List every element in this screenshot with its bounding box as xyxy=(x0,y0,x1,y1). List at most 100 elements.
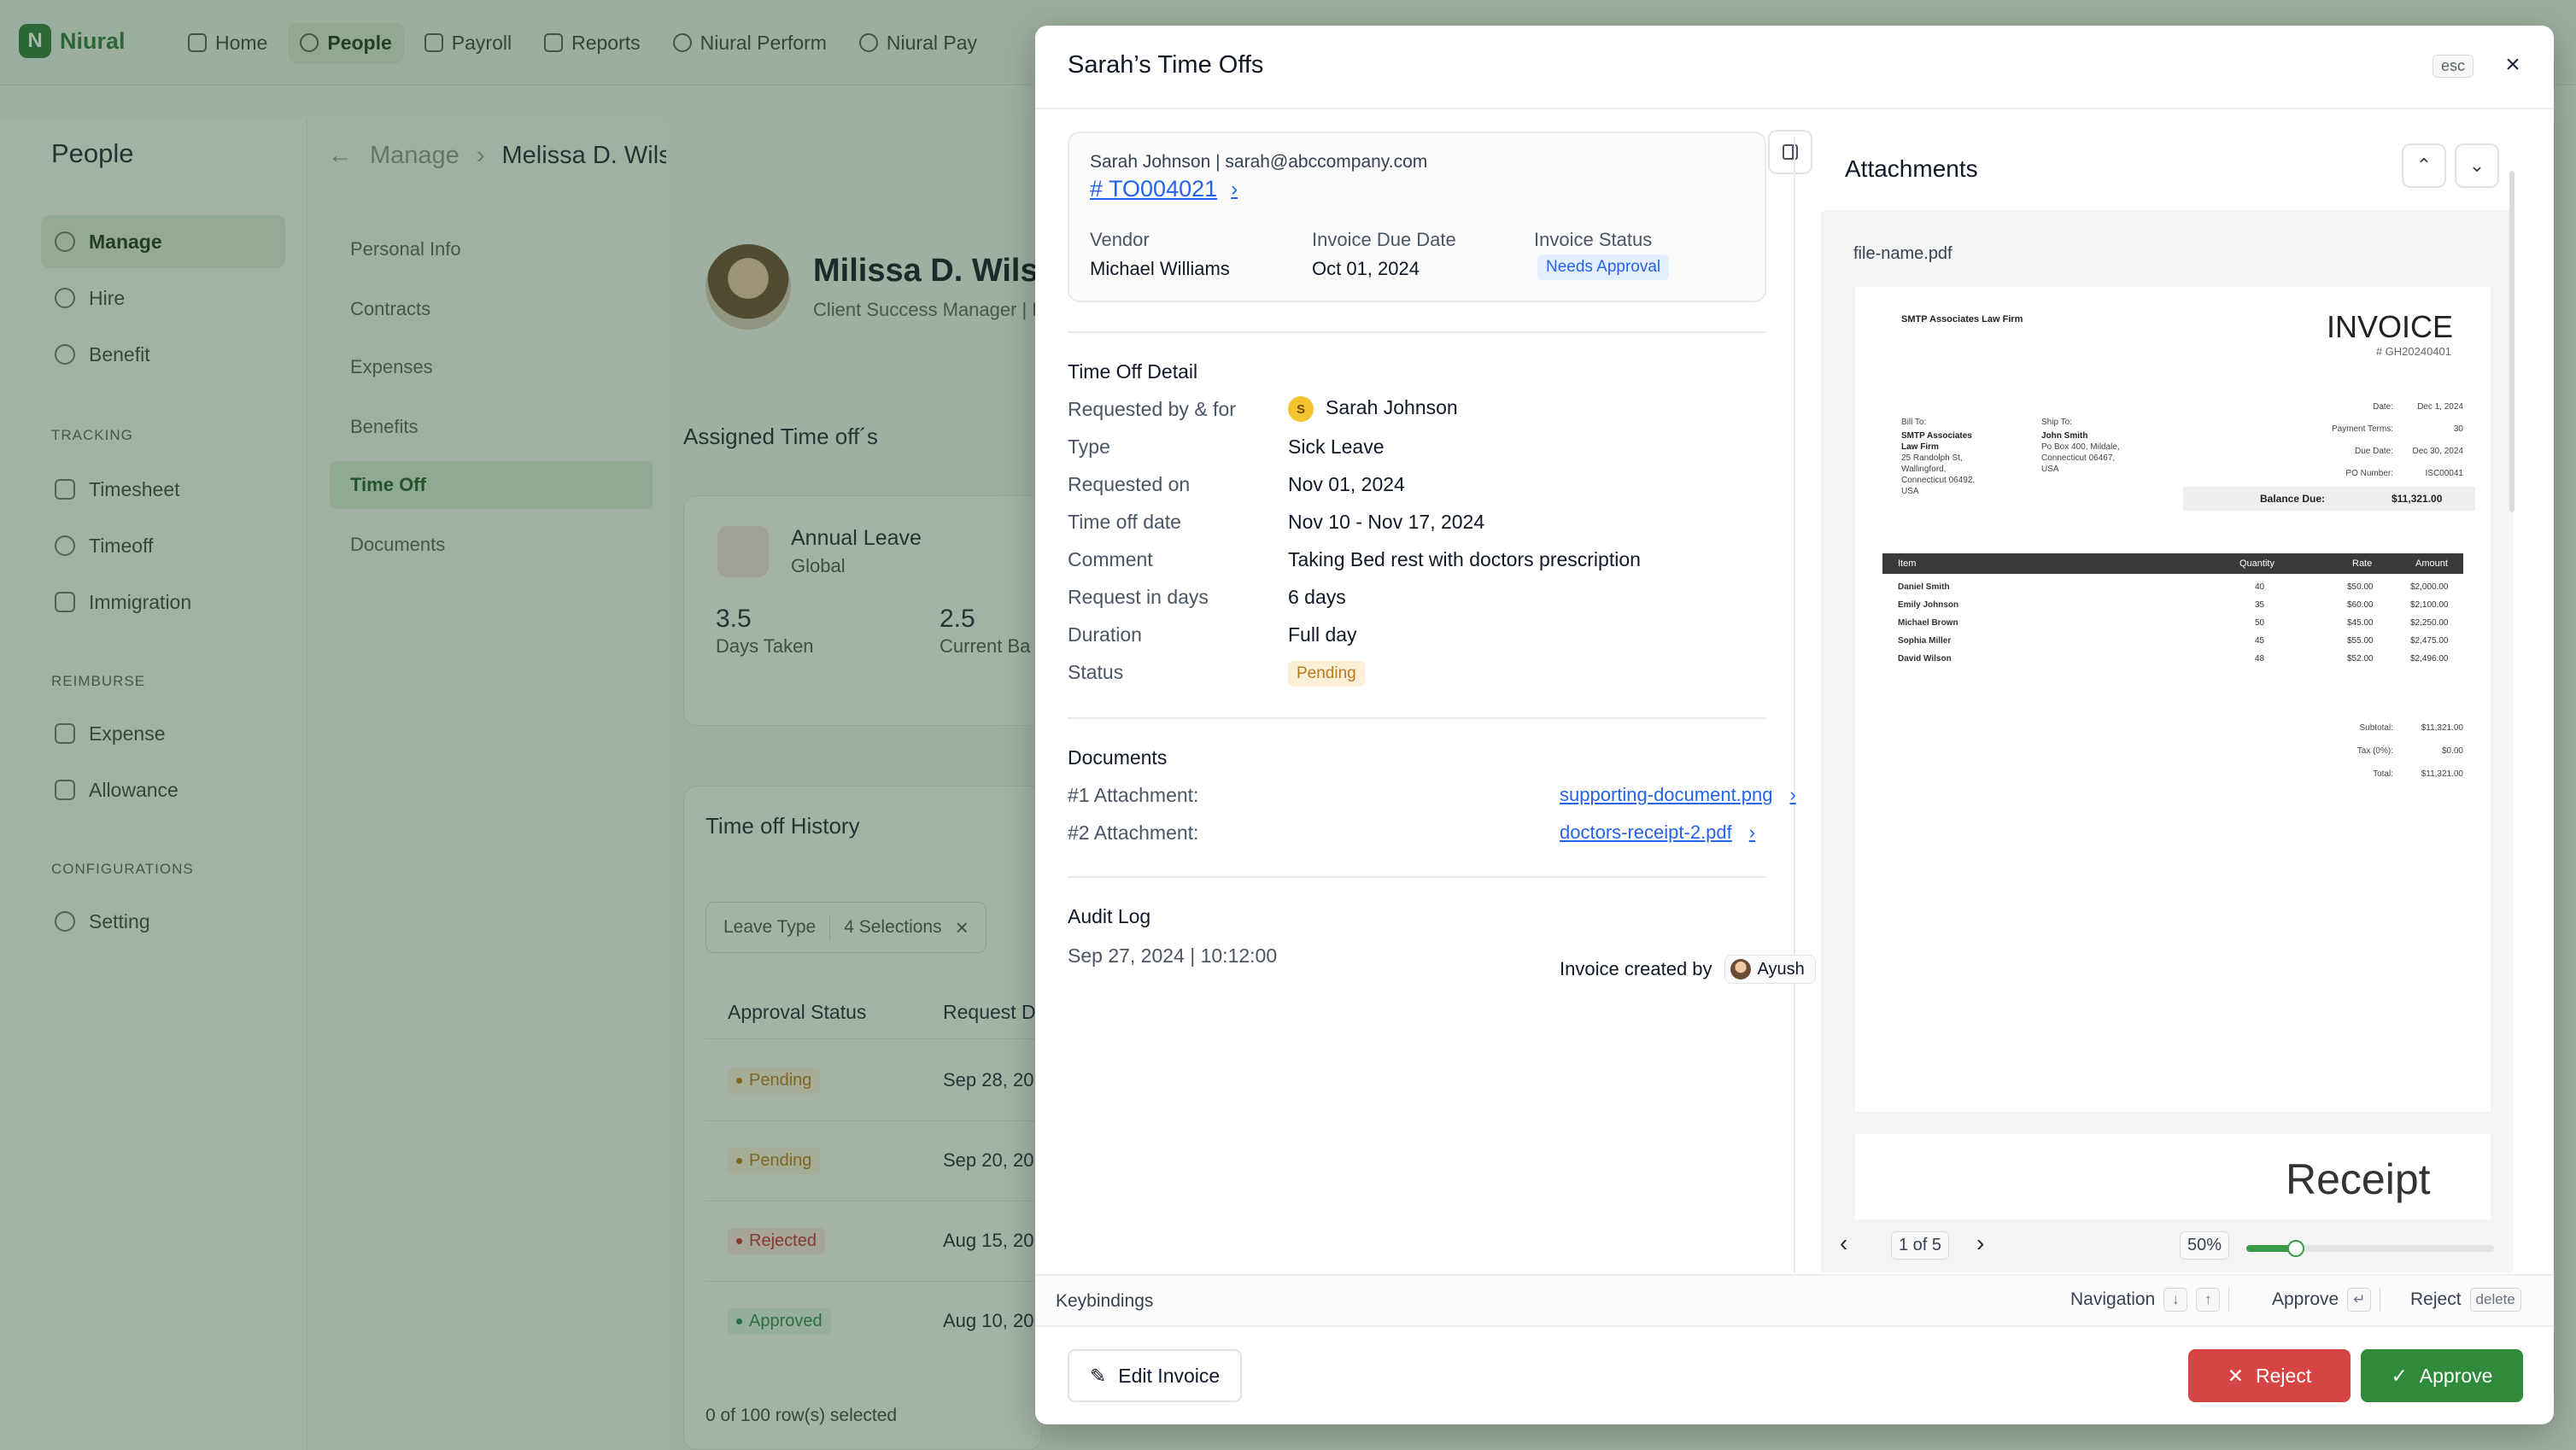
edit-invoice-button[interactable]: ✎ Edit Invoice xyxy=(1068,1349,1243,1402)
next-attachment-button[interactable]: ⌄ xyxy=(2455,143,2499,188)
row-rate: $52.00 xyxy=(2347,654,2374,664)
time-off-date-value: Nov 10 - Nov 17, 2024 xyxy=(1288,511,1485,533)
row-item: Michael Brown xyxy=(1898,618,1958,628)
row-amount: $2,250.00 xyxy=(2410,618,2449,628)
attachment-label: #2 Attachment: xyxy=(1068,821,1199,844)
tax-value: $0.00 xyxy=(2441,746,2463,756)
row-item: Sophia Miller xyxy=(1898,636,1952,646)
requester-contact: Sarah Johnson | sarah@abccompany.com xyxy=(1090,152,1428,172)
payment-terms-value: 30 xyxy=(2453,424,2463,434)
row-item: David Wilson xyxy=(1898,654,1952,664)
po-number-label: PO Number: xyxy=(2345,469,2393,478)
check-icon: ✓ xyxy=(2391,1364,2408,1387)
row-qty: 48 xyxy=(2255,654,2265,664)
requester-name: Sarah Johnson xyxy=(1326,396,1458,419)
approve-keybinding: Approve ↵ xyxy=(2272,1288,2381,1312)
due-date-label: Invoice Due Date xyxy=(1312,229,1456,250)
attachment-link[interactable]: supporting-document.png › xyxy=(1560,784,1796,806)
invoice-status-label: Invoice Status xyxy=(1534,229,1653,250)
table-row: Daniel Smith 40 $50.00 $2,000.00 xyxy=(1898,582,2449,599)
requested-by-value: S Sarah Johnson xyxy=(1288,396,1458,422)
row-qty: 35 xyxy=(2255,600,2265,610)
viewer-toolbar: ‹ 1 of 5 › 50% xyxy=(1821,1219,2513,1272)
toggle-panel-button[interactable] xyxy=(1768,130,1812,174)
type-label: Type xyxy=(1068,436,1110,458)
next-page-icon[interactable]: › xyxy=(1976,1230,1984,1257)
close-icon[interactable]: × xyxy=(2497,50,2528,80)
time-off-detail-title: Time Off Detail xyxy=(1068,360,1198,383)
attachments-title: Attachments xyxy=(1845,155,1978,182)
ship-to-label: Ship To: xyxy=(2041,418,2072,427)
divider xyxy=(1068,331,1766,333)
ticket-link[interactable]: # TO004021 › xyxy=(1090,176,1238,202)
chevron-right-icon: › xyxy=(1748,821,1756,843)
duration-label: Duration xyxy=(1068,623,1142,646)
divider xyxy=(2228,1288,2230,1312)
total-value: $11,321.00 xyxy=(2421,769,2463,779)
pencil-icon: ✎ xyxy=(1090,1364,1107,1387)
type-value: Sick Leave xyxy=(1288,436,1385,458)
reject-button[interactable]: ✕ Reject xyxy=(2188,1349,2351,1402)
chevron-right-icon: › xyxy=(1231,177,1238,201)
invoice-firm: SMTP Associates Law Firm xyxy=(1901,314,2023,324)
invoice-date-value: Dec 1, 2024 xyxy=(2417,402,2463,412)
previous-page-icon[interactable]: ‹ xyxy=(1840,1230,1847,1257)
zoom-slider[interactable] xyxy=(2246,1240,2494,1257)
arrow-down-key: ↓ xyxy=(2163,1288,2188,1312)
enter-key: ↵ xyxy=(2347,1288,2372,1312)
requested-by-label: Requested by & for xyxy=(1068,398,1236,420)
viewer-scrollbar[interactable] xyxy=(2509,171,2515,512)
attachment-filename: supporting-document.png xyxy=(1560,784,1773,805)
divider xyxy=(1068,876,1766,878)
vendor-label: Vendor xyxy=(1090,229,1150,250)
due-date-value: Dec 30, 2024 xyxy=(2412,447,2464,456)
table-row: Sophia Miller 45 $55.00 $2,475.00 xyxy=(1898,636,2449,653)
arrow-up-key: ↑ xyxy=(2196,1288,2221,1312)
tax-label: Tax (0%): xyxy=(2356,746,2393,756)
balance-due-row: Balance Due: $11,321.00 xyxy=(2183,487,2475,511)
table-row: Michael Brown 50 $45.00 $2,250.00 xyxy=(1898,618,2449,635)
requested-on-value: Nov 01, 2024 xyxy=(1288,473,1405,495)
po-number-value: ISC00041 xyxy=(2425,469,2463,478)
navigation-label: Navigation xyxy=(2070,1289,2156,1309)
bill-to-label: Bill To: xyxy=(1901,418,1927,427)
invoice-date-label: Date: xyxy=(2373,402,2393,412)
bill-to-name: SMTP Associates Law Firm xyxy=(1901,431,1972,452)
row-rate: $55.00 xyxy=(2347,636,2374,646)
attachment-link[interactable]: doctors-receipt-2.pdf › xyxy=(1560,821,1755,844)
bill-to-address: 25 Randolph St, Wallingford, Connecticut… xyxy=(1901,453,1976,496)
payment-terms-label: Payment Terms: xyxy=(2331,424,2393,434)
invoice-table-header: Item Quantity Rate Amount xyxy=(1882,553,2463,574)
row-amount: $2,100.00 xyxy=(2410,600,2449,610)
ship-to-address: Po Box 400, Mildale, Connecticut 06467, … xyxy=(2041,442,2120,474)
approve-label: Approve xyxy=(2272,1289,2339,1309)
status-badge: Pending xyxy=(1288,661,1365,687)
subtotal-value: $11,321.00 xyxy=(2421,723,2463,733)
page-indicator: 1 of 5 xyxy=(1891,1231,1950,1260)
request-days-label: Request in days xyxy=(1068,586,1209,608)
close-icon: ✕ xyxy=(2227,1364,2245,1387)
row-item: Daniel Smith xyxy=(1898,582,1950,592)
attachment-label: #1 Attachment: xyxy=(1068,784,1199,806)
request-days-value: 6 days xyxy=(1288,586,1346,608)
row-item: Emily Johnson xyxy=(1898,600,1959,610)
receipt-title: Receipt xyxy=(2286,1155,2431,1203)
chevron-down-icon: ⌄ xyxy=(2468,155,2485,176)
chevron-up-icon: ⌃ xyxy=(2415,155,2433,176)
keybindings-title: Keybindings xyxy=(1056,1291,1154,1311)
balance-due-label: Balance Due: xyxy=(2260,493,2326,505)
reject-label: Reject xyxy=(2256,1364,2312,1387)
documents-title: Documents xyxy=(1068,746,1168,769)
row-qty: 50 xyxy=(2255,618,2265,628)
approve-button[interactable]: ✓ Approve xyxy=(2361,1349,2523,1402)
column-amount: Amount xyxy=(2415,558,2448,569)
delete-key: delete xyxy=(2469,1288,2521,1312)
table-row: Emily Johnson 35 $60.00 $2,100.00 xyxy=(1898,600,2449,617)
audit-entry: Invoice created by Ayush xyxy=(1560,955,1816,984)
previous-attachment-button[interactable]: ⌃ xyxy=(2402,143,2446,188)
zoom-slider-handle[interactable] xyxy=(2287,1240,2304,1257)
total-label: Total: xyxy=(2373,769,2393,779)
table-row: David Wilson 48 $52.00 $2,496.00 xyxy=(1898,654,2449,671)
column-divider xyxy=(1794,137,1795,1272)
keybindings-bar: Keybindings Navigation ↓ ↑ Approve ↵ Rej… xyxy=(1035,1274,2554,1327)
